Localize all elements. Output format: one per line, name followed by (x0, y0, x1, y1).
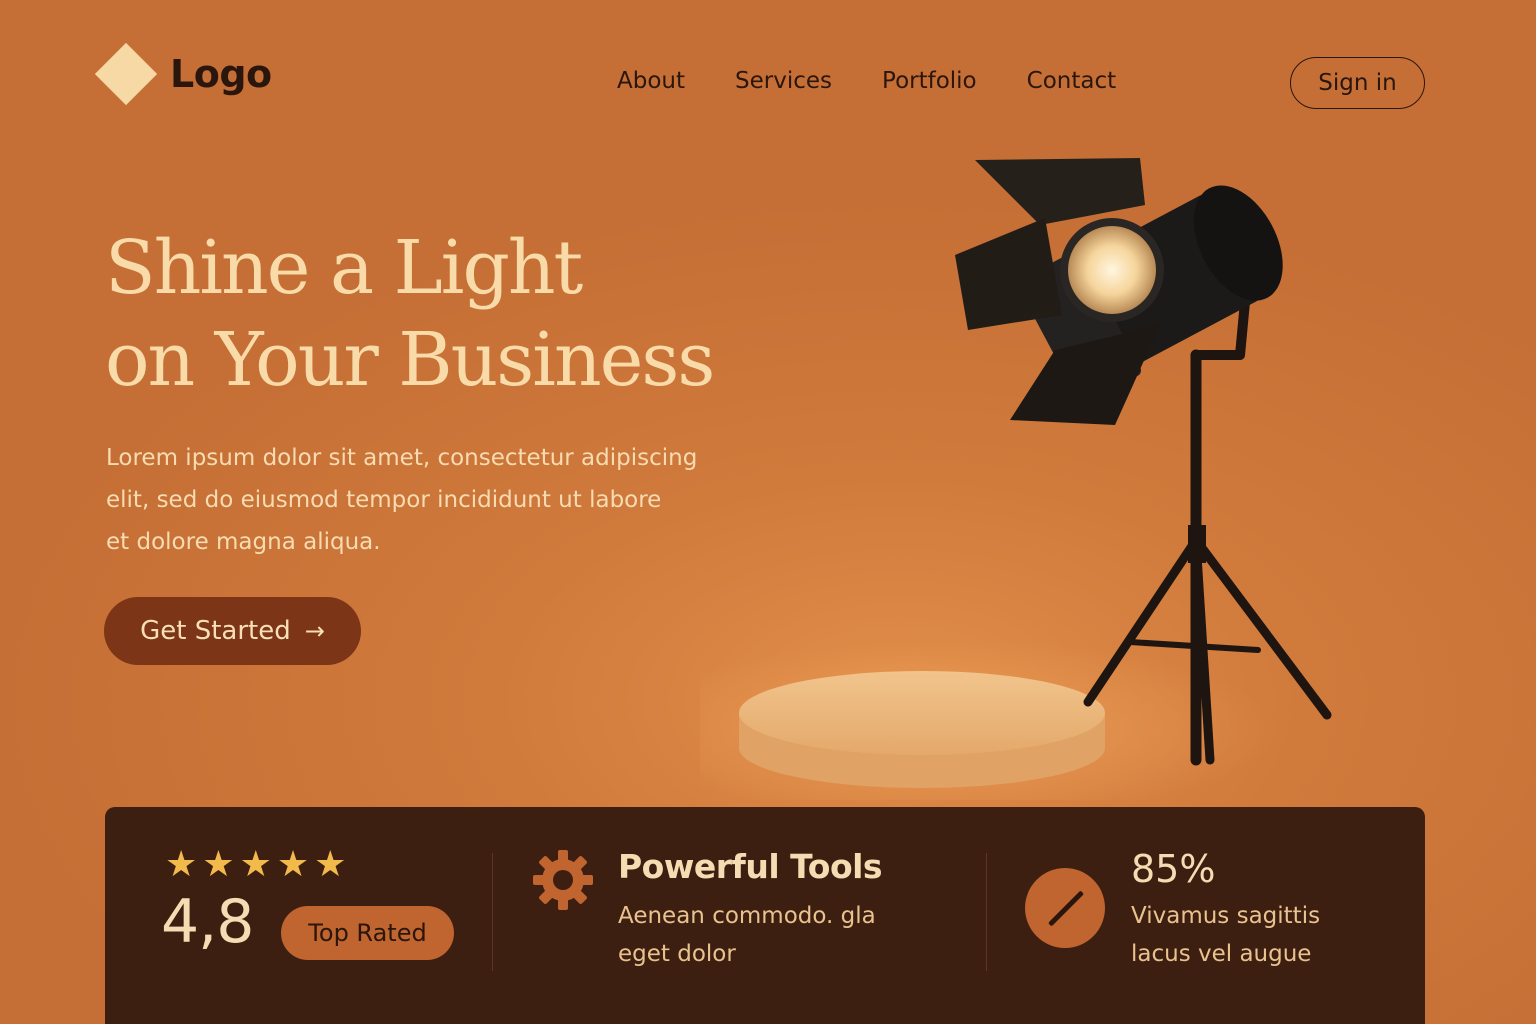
top-rated-badge: Top Rated (281, 906, 454, 960)
logo-text: Logo (170, 52, 272, 96)
get-started-label: Get Started (140, 616, 291, 646)
star-icon: ★ (239, 844, 272, 885)
stats-divider (986, 853, 987, 971)
tools-description: Aenean commodo. gla eget dolor (618, 897, 948, 973)
percent-description: Vivamus sagittis lacus vel augue (1131, 897, 1461, 973)
main-nav: About Services Portfolio Contact (617, 68, 1166, 94)
nav-portfolio[interactable]: Portfolio (882, 68, 977, 94)
nav-services[interactable]: Services (735, 68, 832, 94)
tools-description-line: Aenean commodo. gla (618, 903, 876, 929)
star-icon: ★ (276, 844, 310, 885)
hero-description-line: elit, sed do eiusmod tempor incididunt u… (106, 487, 662, 513)
star-icon: ★ (202, 844, 235, 885)
get-started-button[interactable]: Get Started → (104, 597, 361, 665)
spotlight-illustration (700, 158, 1332, 800)
tools-description-line: eget dolor (618, 941, 736, 967)
hero-description-line: et dolore magna aliqua. (106, 529, 381, 555)
hero-description: Lorem ipsum dolor sit amet, consectetur … (106, 437, 766, 563)
arrow-right-icon: → (304, 617, 325, 645)
stats-panel: ★ ★ ★ ★ ★ 4,8 Top Rated Powerful Tools A… (105, 807, 1425, 1024)
percent-description-line: lacus vel augue (1131, 941, 1312, 967)
podium (739, 671, 1105, 788)
spotlight-lamp (955, 158, 1283, 425)
gear-icon (533, 850, 593, 910)
nav-about[interactable]: About (617, 68, 685, 94)
percent-description-line: Vivamus sagittis (1131, 903, 1321, 929)
sign-in-button[interactable]: Sign in (1290, 57, 1425, 109)
tools-title: Powerful Tools (618, 847, 883, 886)
rating-value: 4,8 (161, 887, 254, 957)
nav-contact[interactable]: Contact (1027, 68, 1116, 94)
percent-value: 85% (1131, 847, 1216, 891)
logo[interactable]: Logo (94, 42, 272, 106)
slash-circle-icon (1025, 868, 1105, 948)
star-rating: ★ ★ ★ ★ ★ (165, 847, 351, 883)
stats-divider (492, 853, 493, 971)
logo-diamond-icon (94, 42, 158, 106)
hero-description-line: Lorem ipsum dolor sit amet, consectetur … (106, 445, 698, 471)
star-icon: ★ (314, 844, 347, 885)
star-icon: ★ (165, 844, 198, 885)
